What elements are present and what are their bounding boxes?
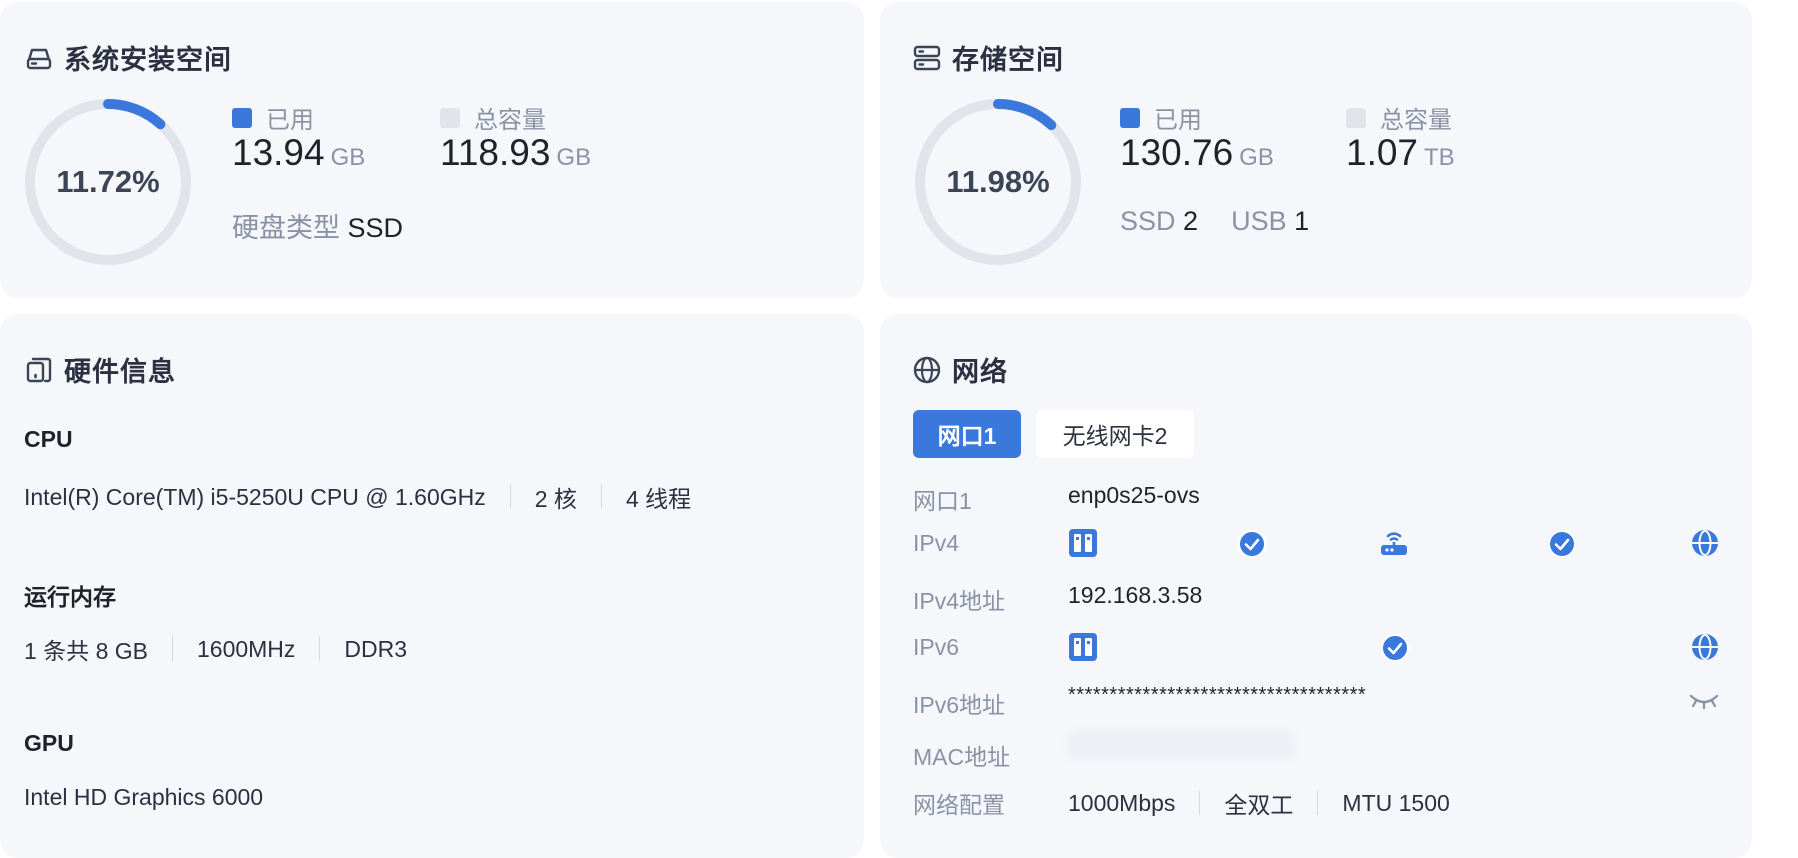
- gpu-info-row: Intel HD Graphics 6000: [24, 784, 263, 811]
- port-label: 网口1: [913, 488, 972, 514]
- storage-legend-total: 总容量: [1346, 100, 1452, 135]
- ipv6-address-label: IPv6地址: [913, 692, 1006, 718]
- divider: [509, 485, 511, 509]
- check-icon: [1548, 530, 1576, 558]
- usb-label: USB: [1231, 206, 1287, 236]
- globe-icon: [1692, 634, 1718, 660]
- storage-space-title-text: 存储空间: [952, 45, 1064, 75]
- divider: [171, 637, 173, 661]
- check-icon: [1381, 634, 1409, 662]
- ipv4-label: IPv4: [913, 530, 960, 556]
- ipv6-label: IPv6: [913, 634, 960, 660]
- cpu-threads: 4 线程: [625, 486, 692, 512]
- divider: [319, 637, 321, 661]
- network-config-label: 网络配置: [913, 792, 1005, 818]
- cpu-info-row: Intel(R) Core(TM) i5-5250U CPU @ 1.60GHz…: [24, 480, 691, 514]
- system-space-title-text: 系统安装空间: [64, 45, 232, 75]
- system-total-value: 118.93 GB: [440, 132, 591, 174]
- system-legend-used: 已用: [232, 100, 314, 135]
- eye-closed-icon[interactable]: [1688, 690, 1720, 712]
- router-icon: [1381, 532, 1407, 555]
- nas-icon: [1069, 633, 1097, 661]
- memory-type: DDR3: [344, 635, 408, 662]
- link-speed: 1000Mbps: [1068, 789, 1176, 816]
- system-usage-ring: 11.72%: [22, 96, 194, 268]
- network-title-text: 网络: [952, 357, 1008, 387]
- usb-count: 1: [1294, 206, 1310, 236]
- duplex-mode: 全双工: [1224, 792, 1294, 818]
- memory-heading: 运行内存: [24, 584, 116, 610]
- mtu-value: MTU 1500: [1342, 789, 1450, 816]
- memory-info-row: 1 条共 8 GB 1600MHz DDR3: [24, 632, 407, 666]
- gpu-heading: GPU: [24, 730, 74, 756]
- system-used-value: 13.94 GB: [232, 132, 365, 174]
- divider: [600, 485, 602, 509]
- network-card: [880, 314, 1752, 858]
- ipv6-address-value: ************************************: [1068, 684, 1367, 706]
- storage-used-number: 130.76: [1120, 132, 1234, 173]
- cpu-cores: 2 核: [534, 486, 577, 512]
- network-config-row: 1000Mbps 全双工 MTU 1500: [1068, 786, 1450, 820]
- hardware-title-text: 硬件信息: [64, 357, 176, 387]
- storage-space-title: 存储空间: [912, 38, 1064, 77]
- ipv6-status: [1068, 626, 1722, 668]
- disk-type-label: 硬盘类型: [232, 213, 340, 243]
- system-total-unit: GB: [556, 144, 592, 171]
- storage-total-unit: TB: [1424, 144, 1455, 171]
- device-icon: [26, 357, 52, 382]
- ssd-count: 2: [1183, 206, 1199, 236]
- globe-icon: [1692, 530, 1718, 556]
- globe-icon: [913, 356, 941, 383]
- hard-drive-icon: [26, 48, 52, 69]
- storage-usage-percent: 11.98%: [946, 164, 1050, 199]
- memory-sticks: 1 条共 8 GB: [24, 638, 148, 664]
- memory-speed: 1600MHz: [196, 635, 296, 662]
- storage-total-number: 1.07: [1346, 132, 1419, 173]
- hardware-title: 硬件信息: [24, 350, 176, 389]
- storage-legend-total-label: 总容量: [1380, 107, 1452, 134]
- check-icon: [1238, 530, 1266, 558]
- disk-type: 硬盘类型 SSD: [232, 206, 403, 245]
- ipv4-address-label: IPv4地址: [913, 588, 1006, 614]
- storage-used-unit: GB: [1239, 144, 1274, 171]
- ipv4-status: [1068, 522, 1722, 564]
- storage-total-value: 1.07 TB: [1346, 132, 1455, 174]
- system-space-card: 系统安装空间 11.72% 已用 总容量 13.94 GB 118.93 GB 硬盘…: [0, 2, 864, 298]
- storage-legend-used: 已用: [1120, 100, 1202, 135]
- divider: [1317, 791, 1319, 815]
- disk-type-value: SSD: [347, 213, 404, 243]
- storage-space-card: 存储空间 11.98% 已用 总容量 130.76 GB 1.07 TB SSD 2…: [880, 2, 1752, 298]
- system-legend-total-label: 总容量: [474, 107, 546, 134]
- system-space-title: 系统安装空间: [24, 38, 232, 77]
- server-icon: [913, 45, 941, 70]
- gpu-model: Intel HD Graphics 6000: [24, 784, 264, 810]
- system-used-unit: GB: [330, 144, 366, 171]
- system-legend-used-label: 已用: [266, 107, 314, 134]
- tab-wireless-2[interactable]: 无线网卡2: [1036, 410, 1194, 458]
- port-value: enp0s25-ovs: [1068, 482, 1200, 508]
- nas-icon: [1069, 529, 1097, 557]
- ipv4-address-value: 192.168.3.58: [1068, 582, 1203, 608]
- system-legend-total: 总容量: [440, 100, 546, 135]
- storage-usage-ring: 11.98%: [912, 96, 1084, 268]
- divider: [1199, 791, 1201, 815]
- ssd-label: SSD: [1120, 206, 1176, 236]
- system-usage-percent: 11.72%: [56, 164, 160, 199]
- network-title: 网络: [912, 350, 1008, 389]
- cpu-model: Intel(R) Core(TM) i5-5250U CPU @ 1.60GHz: [24, 483, 486, 510]
- storage-legend-used-label: 已用: [1154, 107, 1202, 134]
- hardware-card: 硬件信息 CPU Intel(R) Core(TM) i5-5250U CPU …: [0, 314, 864, 858]
- mac-address-label: MAC地址: [913, 744, 1011, 770]
- mac-address-redacted: [1068, 730, 1294, 760]
- cpu-heading: CPU: [24, 426, 73, 452]
- disk-counts: SSD 2 USB 1: [1120, 206, 1309, 237]
- tab-port-1[interactable]: 网口1: [913, 410, 1021, 458]
- storage-used-value: 130.76 GB: [1120, 132, 1274, 174]
- system-total-number: 118.93: [440, 132, 551, 173]
- system-used-number: 13.94: [232, 132, 325, 173]
